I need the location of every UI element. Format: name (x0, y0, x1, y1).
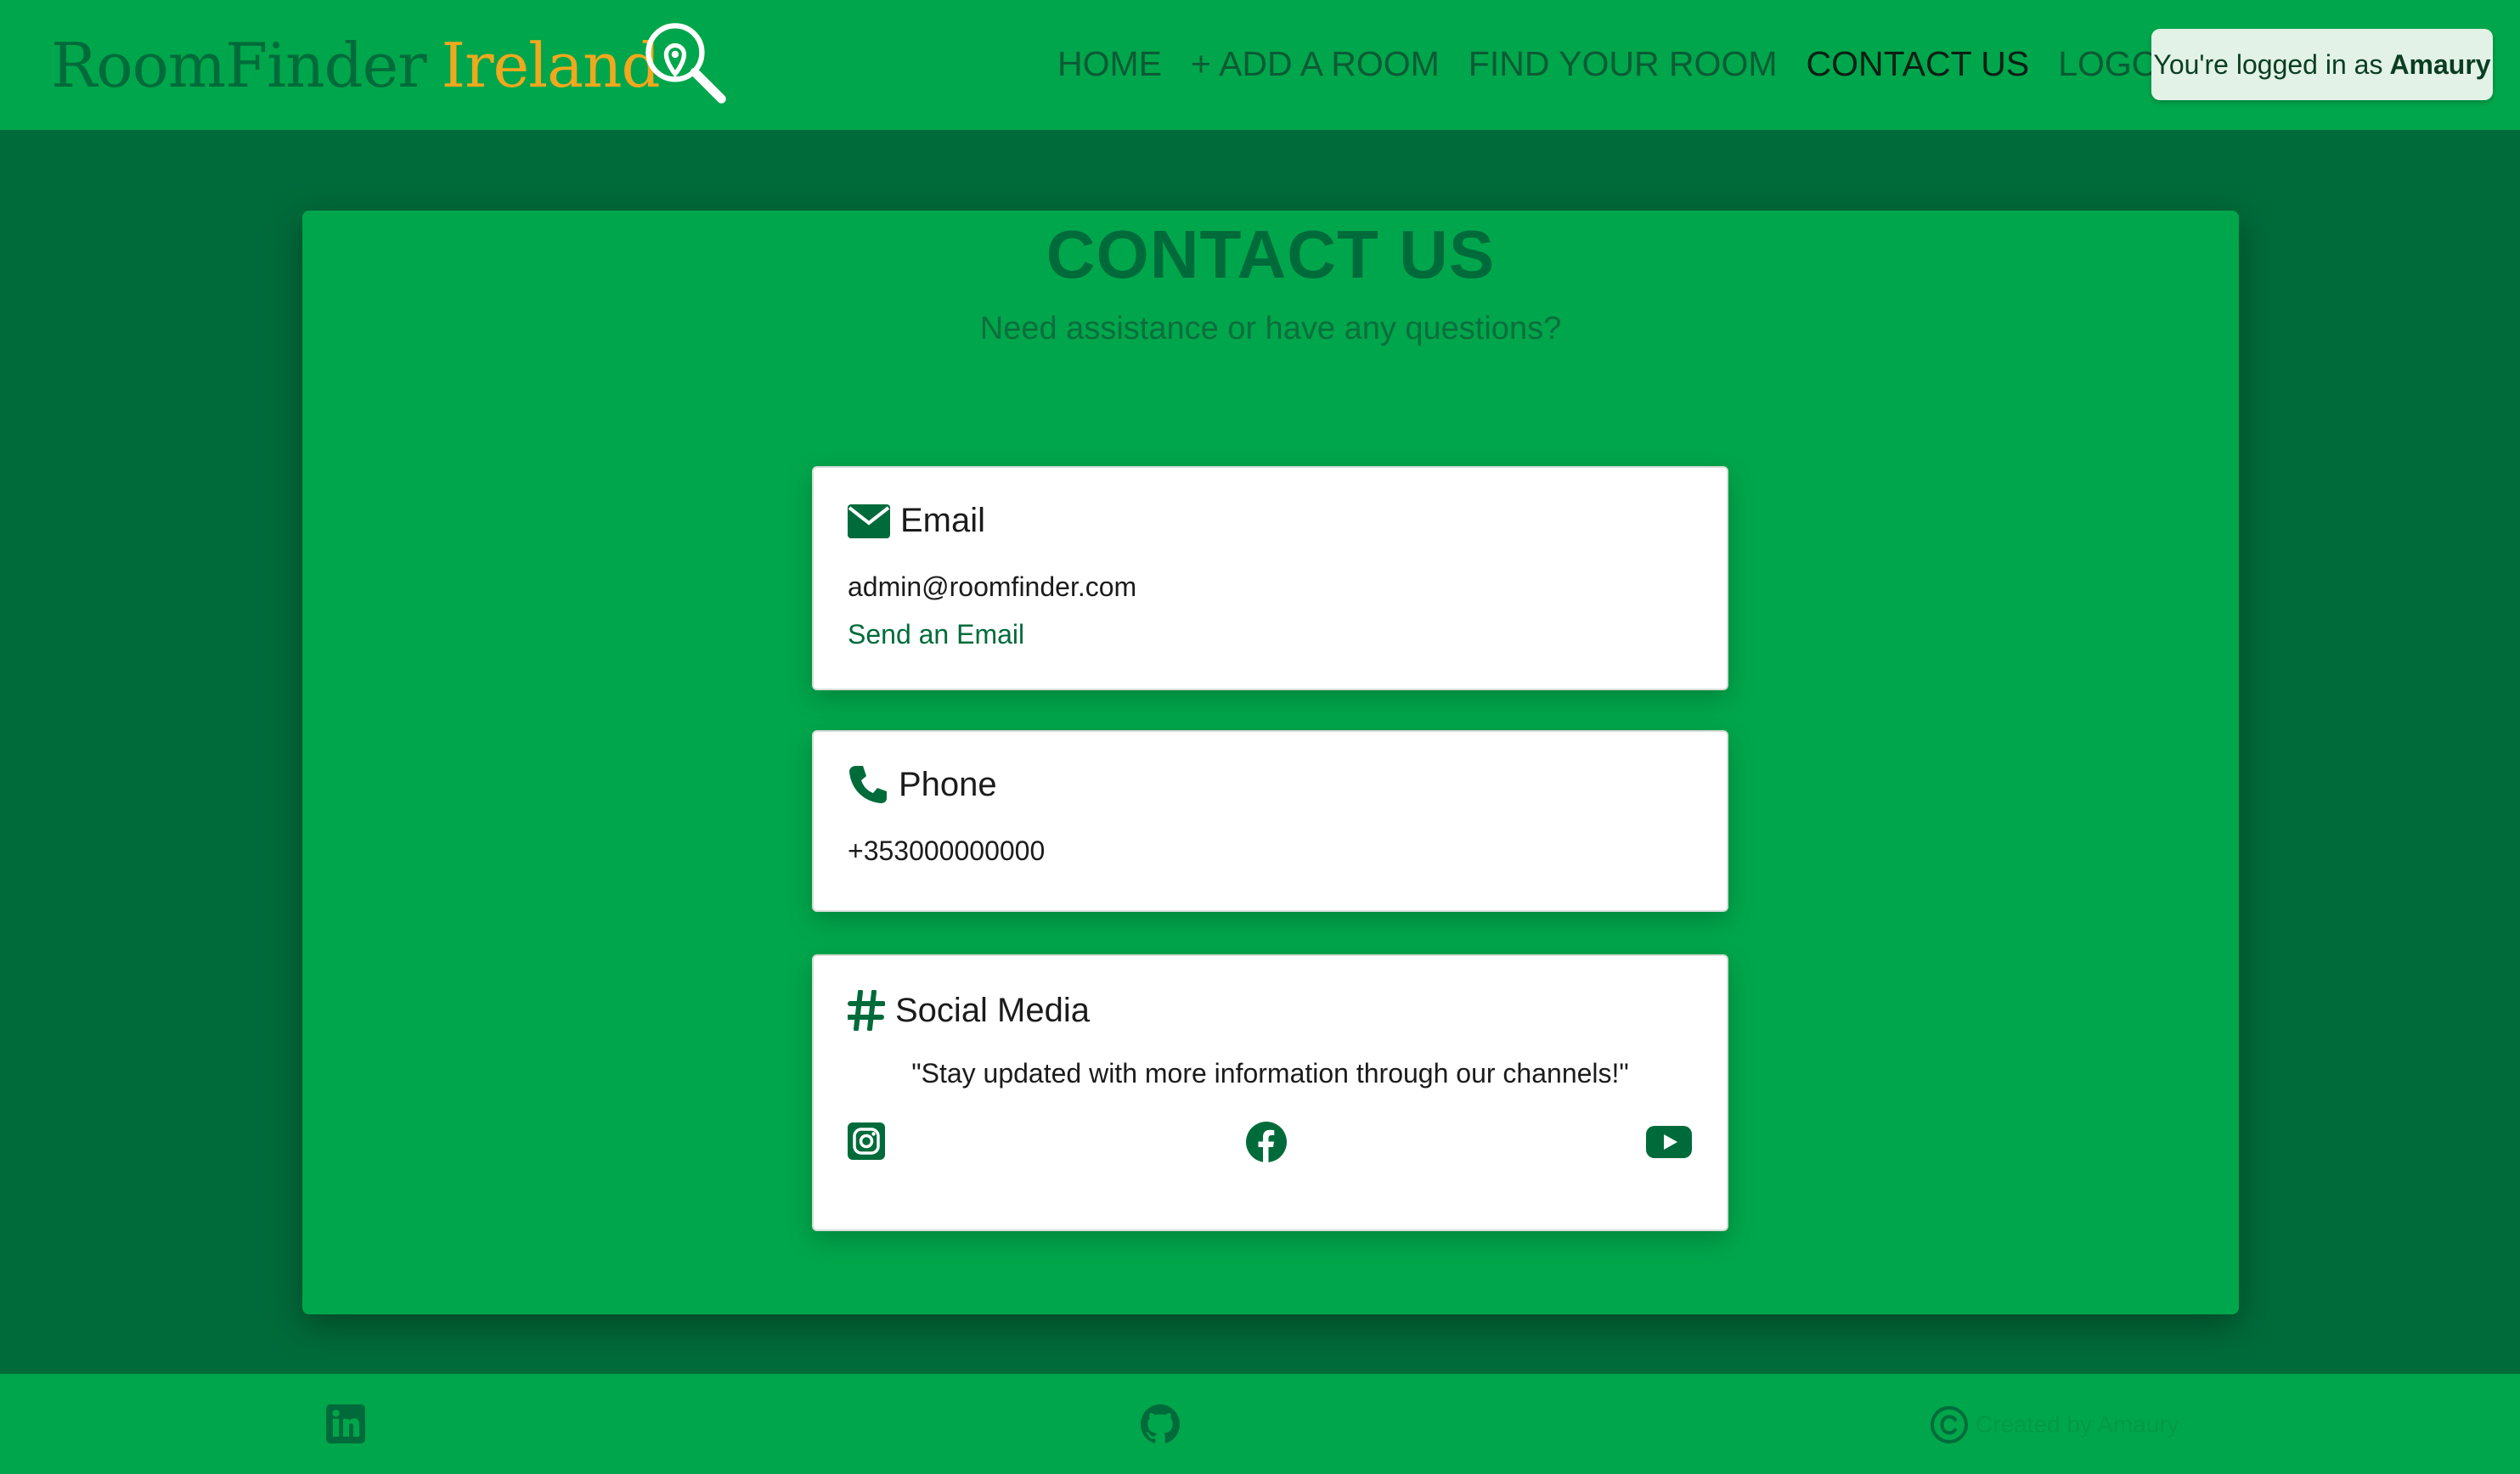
email-card-title: Email (900, 502, 986, 539)
hashtag-icon (848, 990, 885, 1031)
contact-panel: CONTACT US Need assistance or have any q… (302, 211, 2239, 1314)
facebook-icon[interactable] (1245, 1121, 1288, 1163)
nav-add-room[interactable]: + ADD A ROOM (1191, 44, 1440, 84)
send-email-link[interactable]: Send an Email (848, 619, 1024, 650)
social-quote: "Stay updated with more information thro… (911, 1058, 1629, 1089)
linkedin-icon[interactable] (326, 1404, 365, 1443)
envelope-icon (848, 504, 890, 538)
login-username: Amaury (2389, 48, 2491, 80)
brand-name-part1: RoomFinder (51, 30, 427, 101)
footer: Created by Amaury (0, 1374, 2520, 1474)
nav-find-room[interactable]: FIND YOUR ROOM (1469, 44, 1778, 84)
phone-number: +353000000000 (848, 835, 1046, 866)
github-icon[interactable] (1140, 1404, 1181, 1444)
footer-credit-text: Created by Amaury (1976, 1411, 2179, 1437)
instagram-icon[interactable] (848, 1122, 885, 1160)
nav-contact-us[interactable]: CONTACT US (1807, 44, 2030, 84)
location-search-icon[interactable] (641, 19, 730, 108)
brand-logo-text[interactable]: RoomFinder Ireland (51, 19, 661, 112)
copyright-icon (1931, 1406, 1968, 1443)
login-status-badge: You're logged in as Amaury (2151, 29, 2493, 100)
phone-card-header: Phone (848, 764, 997, 805)
page-title: CONTACT US (1046, 217, 1496, 292)
phone-icon (849, 766, 887, 803)
email-card-header: Email (848, 502, 985, 540)
social-card-title: Social Media (895, 991, 1091, 1029)
email-address: admin@roomfinder.com (848, 571, 1137, 602)
email-card: Email admin@roomfinder.com Send an Email (812, 466, 1728, 690)
phone-card-title: Phone (899, 765, 997, 803)
brand-name-part2: Ireland (441, 30, 661, 101)
social-card-header: Social Media (848, 990, 1090, 1031)
youtube-icon[interactable] (1646, 1126, 1692, 1158)
social-media-card: Social Media "Stay updated with more inf… (812, 954, 1728, 1231)
nav-home[interactable]: HOME (1057, 44, 1162, 84)
page-subtitle: Need assistance or have any questions? (979, 311, 1562, 346)
navbar: RoomFinder Ireland HOME + ADD A ROOM FIN… (0, 0, 2520, 130)
login-status-prefix: You're logged in as (2153, 48, 2383, 80)
main-nav: HOME + ADD A ROOM FIND YOUR ROOM CONTACT… (1057, 34, 2205, 93)
phone-card: Phone +353000000000 (812, 730, 1728, 912)
footer-credit: Created by Amaury (1930, 1399, 2179, 1450)
